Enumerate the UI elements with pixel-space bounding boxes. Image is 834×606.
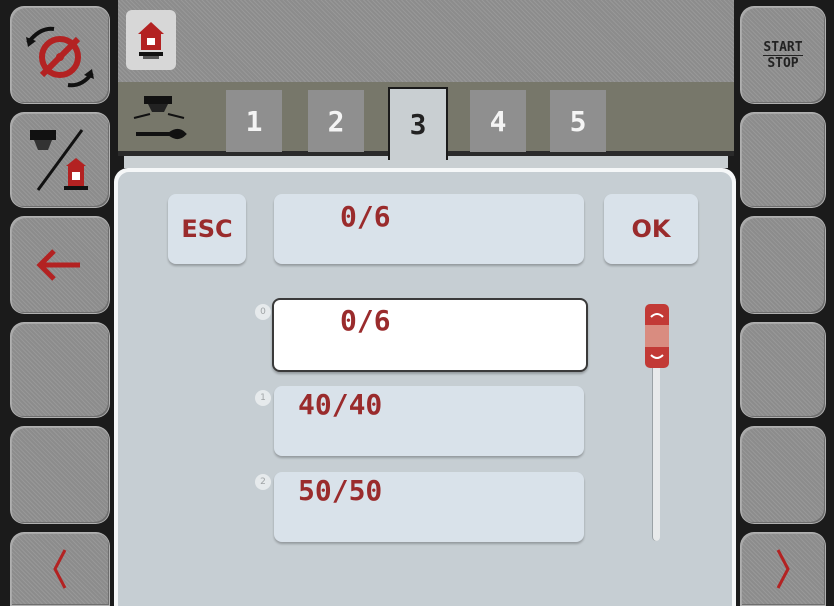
list-index-badge: 2 bbox=[255, 474, 271, 490]
right-softkey-empty-2[interactable] bbox=[740, 216, 826, 314]
arrow-left-icon bbox=[36, 249, 80, 281]
list-item[interactable]: 50/50 bbox=[274, 472, 584, 542]
right-softkey-empty-3[interactable] bbox=[740, 322, 826, 418]
spread-disc-icon bbox=[26, 26, 94, 88]
tab-2[interactable]: 2 bbox=[308, 90, 364, 152]
tab-4[interactable]: 4 bbox=[470, 90, 526, 152]
stop-label: STOP bbox=[767, 55, 799, 71]
left-softkey-empty-1[interactable] bbox=[10, 322, 110, 418]
esc-button[interactable]: ESC bbox=[168, 194, 246, 264]
machine-settings-icon bbox=[130, 92, 188, 150]
list-index-badge: 0 bbox=[255, 304, 271, 320]
back-button[interactable] bbox=[10, 216, 110, 314]
right-softkey-empty-1[interactable] bbox=[740, 112, 826, 208]
home-status-indicator bbox=[126, 10, 176, 70]
start-stop-button[interactable]: START STOP bbox=[740, 6, 826, 104]
tab-5[interactable]: 5 bbox=[550, 90, 606, 152]
tab-1[interactable]: 1 bbox=[226, 90, 282, 152]
spreader-home-switch-button[interactable] bbox=[10, 112, 110, 208]
tab-3[interactable]: 3 bbox=[388, 87, 448, 160]
spreader-home-switch-icon bbox=[30, 129, 88, 191]
start-label: START bbox=[763, 39, 803, 56]
top-status-bar bbox=[118, 0, 734, 82]
scrollbar-thumb[interactable] bbox=[644, 303, 670, 369]
right-softkey-empty-4[interactable] bbox=[740, 426, 826, 524]
list-index-badge: 1 bbox=[255, 390, 271, 406]
spread-disc-toggle-button[interactable] bbox=[10, 6, 110, 104]
current-value-field: 0/6 bbox=[274, 194, 584, 264]
prev-page-button[interactable] bbox=[10, 532, 110, 606]
ok-button[interactable]: OK bbox=[604, 194, 698, 264]
home-icon bbox=[138, 22, 164, 59]
list-item-selected[interactable]: 0/6 bbox=[272, 298, 588, 372]
chevron-right-icon bbox=[776, 549, 790, 589]
next-page-button[interactable] bbox=[740, 532, 826, 606]
chevron-left-icon bbox=[53, 549, 67, 589]
left-softkey-empty-2[interactable] bbox=[10, 426, 110, 524]
list-item[interactable]: 40/40 bbox=[274, 386, 584, 456]
